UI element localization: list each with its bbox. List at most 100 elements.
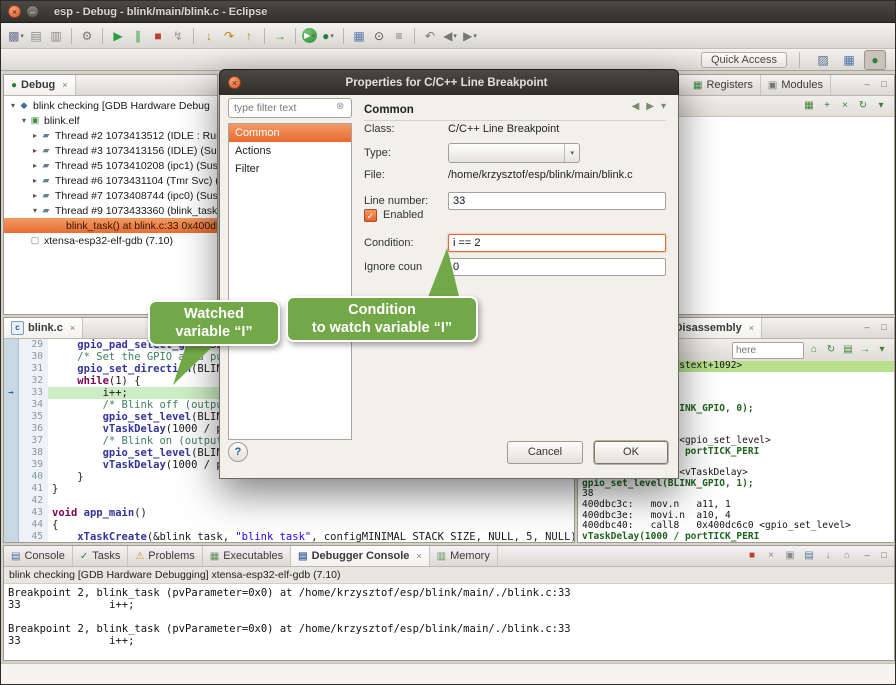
instruction-stepping-icon[interactable]: →	[271, 27, 289, 45]
disconnect-icon[interactable]: ↯	[169, 27, 187, 45]
type-select[interactable]: ▾	[448, 143, 580, 163]
dialog-nav-common[interactable]: Common	[229, 124, 351, 142]
debug-tree-item[interactable]: ▸▰Thread #2 1073413512 (IDLE : Runn	[4, 128, 217, 143]
refresh-icon[interactable]: ↻	[856, 99, 870, 113]
scroll-lock-icon[interactable]: ↓	[821, 549, 835, 563]
debug-icon[interactable]: ●▾	[319, 27, 337, 45]
remove-all-launches-icon[interactable]: ▣	[783, 549, 797, 563]
condition-field[interactable]	[448, 234, 666, 252]
dialog-nav-filter[interactable]: Filter	[229, 160, 351, 178]
refresh-icon[interactable]: ↻	[824, 343, 838, 357]
dialog-close-button[interactable]: ×	[228, 76, 241, 89]
tab-console[interactable]: ▤Console	[4, 546, 73, 566]
open-perspective-icon[interactable]: ▨	[812, 50, 834, 70]
breakpoint-gutter[interactable]	[4, 423, 19, 435]
ok-button[interactable]: OK	[594, 441, 668, 464]
debug-tree-item[interactable]: ▢xtensa-esp32-elf-gdb (7.10)	[4, 233, 217, 248]
breakpoint-gutter[interactable]	[4, 411, 19, 423]
disassembly-location-input[interactable]	[732, 342, 804, 359]
dialog-nav-actions[interactable]: Actions	[229, 142, 351, 160]
new-cpp-project-icon[interactable]: ▦	[350, 27, 368, 45]
view-menu-icon[interactable]: ▾	[874, 99, 888, 113]
save-icon[interactable]: ▤	[27, 27, 45, 45]
remove-launch-icon[interactable]: ×	[764, 549, 778, 563]
tree-expander-icon[interactable]: ▸	[30, 146, 40, 155]
remove-register-group-icon[interactable]: ×	[838, 99, 852, 113]
cancel-button[interactable]: Cancel	[507, 441, 583, 464]
tab-blink-c[interactable]: c blink.c ×	[4, 318, 83, 338]
debug-tree-item[interactable]: ▸▰Thread #5 1073410208 (ipc1) (Susp	[4, 158, 217, 173]
tree-expander-icon[interactable]: ▸	[30, 176, 40, 185]
step-into-icon[interactable]: ↓	[200, 27, 218, 45]
tab-tasks[interactable]: ✓Tasks	[73, 546, 129, 566]
close-icon[interactable]: ×	[749, 323, 754, 333]
debug-tree-item[interactable]: ▾▣blink.elf	[4, 113, 217, 128]
forward-icon[interactable]: ▶	[646, 101, 654, 112]
maximize-icon[interactable]: □	[877, 548, 891, 563]
maximize-icon[interactable]: □	[877, 77, 891, 92]
window-minimize-button[interactable]: –	[26, 5, 39, 18]
breakpoint-gutter[interactable]	[4, 351, 19, 363]
resume-icon[interactable]: ▶	[109, 27, 127, 45]
close-icon[interactable]: ×	[62, 80, 67, 90]
minimize-icon[interactable]: –	[860, 77, 874, 92]
tab-problems[interactable]: ⚠Problems	[128, 546, 202, 566]
step-over-icon[interactable]: ↷	[220, 27, 238, 45]
debug-tree-item[interactable]: →blink_task() at blink.c:33 0x400db	[4, 218, 217, 233]
tab-debugger-console[interactable]: ▤Debugger Console×	[291, 546, 430, 566]
tab-modules[interactable]: ▣Modules	[761, 75, 831, 95]
maximize-icon[interactable]: □	[877, 320, 891, 335]
annotations-icon[interactable]: ≡	[390, 27, 408, 45]
last-edit-location-icon[interactable]: ↶	[421, 27, 439, 45]
window-close-button[interactable]: ×	[8, 5, 21, 18]
tree-expander-icon[interactable]: ▸	[30, 191, 40, 200]
suspend-icon[interactable]: ∥	[129, 27, 147, 45]
breakpoint-gutter[interactable]	[4, 459, 19, 471]
breakpoint-gutter[interactable]	[4, 531, 19, 542]
debug-tree-item[interactable]: ▸▰Thread #3 1073413156 (IDLE) (Susp	[4, 143, 217, 158]
clear-filter-icon[interactable]: ⊗	[336, 101, 344, 112]
view-menu-icon[interactable]: ▾	[875, 343, 889, 357]
help-button[interactable]: ?	[228, 442, 248, 462]
tab-debug[interactable]: ● Debug ×	[4, 75, 76, 95]
terminate-icon[interactable]: ■	[745, 549, 759, 563]
tree-expander-icon[interactable]: ▾	[19, 116, 29, 125]
breakpoint-gutter[interactable]	[4, 399, 19, 411]
tree-expander-icon[interactable]: ▸	[30, 131, 40, 140]
breakpoint-gutter[interactable]	[4, 339, 19, 351]
terminate-icon[interactable]: ■	[149, 27, 167, 45]
step-return-icon[interactable]: ↑	[240, 27, 258, 45]
breakpoint-gutter[interactable]	[4, 363, 19, 375]
breakpoint-gutter[interactable]	[4, 447, 19, 459]
sync-selection-icon[interactable]: →	[858, 343, 872, 357]
perspective-cpp-icon[interactable]: ▦	[838, 50, 860, 70]
clear-console-icon[interactable]: ▤	[802, 549, 816, 563]
debug-tree-item[interactable]: ▾◆blink checking [GDB Hardware Debug	[4, 98, 217, 113]
search-icon[interactable]: ⊙	[370, 27, 388, 45]
build-icon[interactable]: ⚙	[78, 27, 96, 45]
breakpoint-gutter[interactable]: →	[4, 387, 19, 399]
tree-expander-icon[interactable]: ▸	[30, 161, 40, 170]
breakpoint-gutter[interactable]	[4, 507, 19, 519]
tab-registers[interactable]: ▦Registers	[686, 75, 761, 95]
tab-memory[interactable]: ▥Memory	[430, 546, 498, 566]
run-icon[interactable]: ▶▾	[302, 28, 317, 43]
back-icon[interactable]: ◀	[632, 101, 640, 112]
breakpoint-gutter[interactable]	[4, 471, 19, 483]
debug-tree-item[interactable]: ▸▰Thread #7 1073408744 (ipc0) (Susp	[4, 188, 217, 203]
breakpoint-gutter[interactable]	[4, 483, 19, 495]
tree-expander-icon[interactable]: ▾	[8, 101, 18, 110]
close-icon[interactable]: ×	[416, 551, 421, 561]
tab-executables[interactable]: ▦Executables	[203, 546, 291, 566]
tree-expander-icon[interactable]: ▾	[30, 206, 40, 215]
close-icon[interactable]: ×	[70, 323, 75, 333]
show-source-icon[interactable]: ▤	[841, 343, 855, 357]
breakpoint-gutter[interactable]	[4, 519, 19, 531]
home-icon[interactable]: ⌂	[807, 343, 821, 357]
debug-tree-item[interactable]: ▸▰Thread #6 1073431104 (Tmr Svc) (S	[4, 173, 217, 188]
console-output[interactable]: Breakpoint 2, blink_task (pvParameter=0x…	[4, 584, 894, 660]
layout-icon[interactable]: ▦	[802, 99, 816, 113]
save-all-icon[interactable]: ▥	[47, 27, 65, 45]
view-menu-icon[interactable]: ▾	[661, 101, 666, 112]
new-wizard-icon[interactable]: ▩▾	[7, 27, 25, 45]
